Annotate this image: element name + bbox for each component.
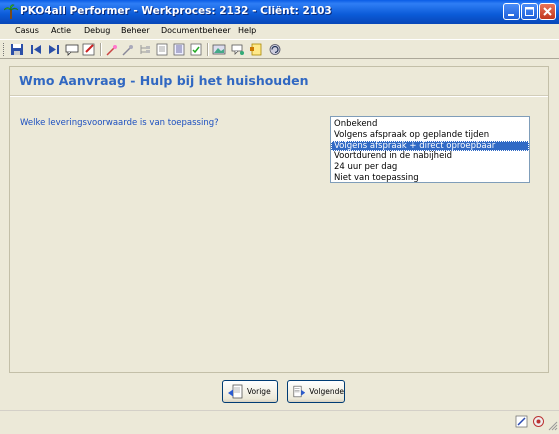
image-icon[interactable] — [212, 43, 226, 56]
menu-actie[interactable]: Actie — [51, 26, 71, 35]
refresh-icon[interactable] — [268, 43, 282, 56]
listbox-option-selected[interactable]: Volgens afspraak + direct oproepbaar — [331, 140, 529, 152]
palm-tree-icon — [4, 4, 18, 19]
menu-casus[interactable]: Casus — [15, 26, 39, 35]
menu-bar: Casus Actie Debug Beheer Documentbeheer … — [0, 24, 559, 39]
magic-wand-2-icon[interactable] — [121, 43, 135, 56]
page-title: Wmo Aanvraag - Hulp bij het huishouden — [19, 73, 309, 88]
menu-help[interactable]: Help — [238, 26, 256, 35]
listbox-option[interactable]: Onbekend — [331, 119, 529, 130]
previous-button-label: Vorige — [247, 387, 271, 396]
tree-icon[interactable] — [138, 43, 152, 56]
previous-button[interactable]: Vorige — [222, 380, 278, 403]
magic-wand-icon[interactable] — [105, 43, 119, 56]
listbox-option[interactable]: Voortdurend in de nabijheid — [331, 151, 529, 162]
last-icon[interactable] — [47, 43, 61, 56]
save-icon[interactable] — [10, 43, 24, 56]
minimize-button[interactable] — [503, 3, 520, 20]
delivery-condition-listbox[interactable]: Onbekend Volgens afspraak op geplande ti… — [330, 116, 530, 183]
comment-icon[interactable] — [65, 43, 79, 56]
form-panel: Wmo Aanvraag - Hulp bij het huishouden W… — [9, 66, 549, 373]
question-label: Welke leveringsvoorwaarde is van toepass… — [20, 118, 219, 128]
menu-debug[interactable]: Debug — [84, 26, 110, 35]
edit-status-icon[interactable] — [515, 415, 528, 428]
note-icon[interactable] — [249, 43, 263, 56]
edit-icon[interactable] — [82, 43, 96, 56]
listbox-option[interactable]: 24 uur per dag — [331, 162, 529, 173]
toolbar-separator — [207, 43, 209, 56]
resize-grip-icon[interactable] — [548, 421, 558, 431]
menu-documentbeheer[interactable]: Documentbeheer — [161, 26, 231, 35]
first-icon[interactable] — [29, 43, 43, 56]
listbox-option[interactable]: Volgens afspraak op geplande tijden — [331, 130, 529, 141]
window-title: PKO4all Performer - Werkproces: 2132 - C… — [20, 5, 332, 17]
title-bar: PKO4all Performer - Werkproces: 2132 - C… — [0, 0, 559, 24]
next-button-label: Volgende — [309, 387, 344, 396]
maximize-button[interactable] — [521, 3, 538, 20]
previous-icon — [228, 384, 243, 399]
minimize-icon — [508, 14, 514, 16]
close-icon — [543, 7, 552, 16]
maximize-icon — [525, 7, 534, 16]
next-icon — [293, 385, 306, 398]
menu-beheer[interactable]: Beheer — [121, 26, 150, 35]
toolbar-separator — [100, 43, 102, 56]
close-button[interactable] — [539, 3, 556, 20]
check-document-icon[interactable] — [189, 43, 203, 56]
toolbar — [0, 39, 559, 59]
document-icon[interactable] — [155, 43, 169, 56]
list-icon[interactable] — [172, 43, 186, 56]
chat-icon[interactable] — [231, 43, 245, 56]
settings-status-icon[interactable] — [532, 415, 545, 428]
title-divider — [10, 95, 548, 97]
listbox-option[interactable]: Niet van toepassing — [331, 173, 529, 184]
toolbar-grip[interactable] — [3, 43, 6, 56]
next-button[interactable]: Volgende — [287, 380, 345, 403]
status-bar — [0, 410, 559, 434]
